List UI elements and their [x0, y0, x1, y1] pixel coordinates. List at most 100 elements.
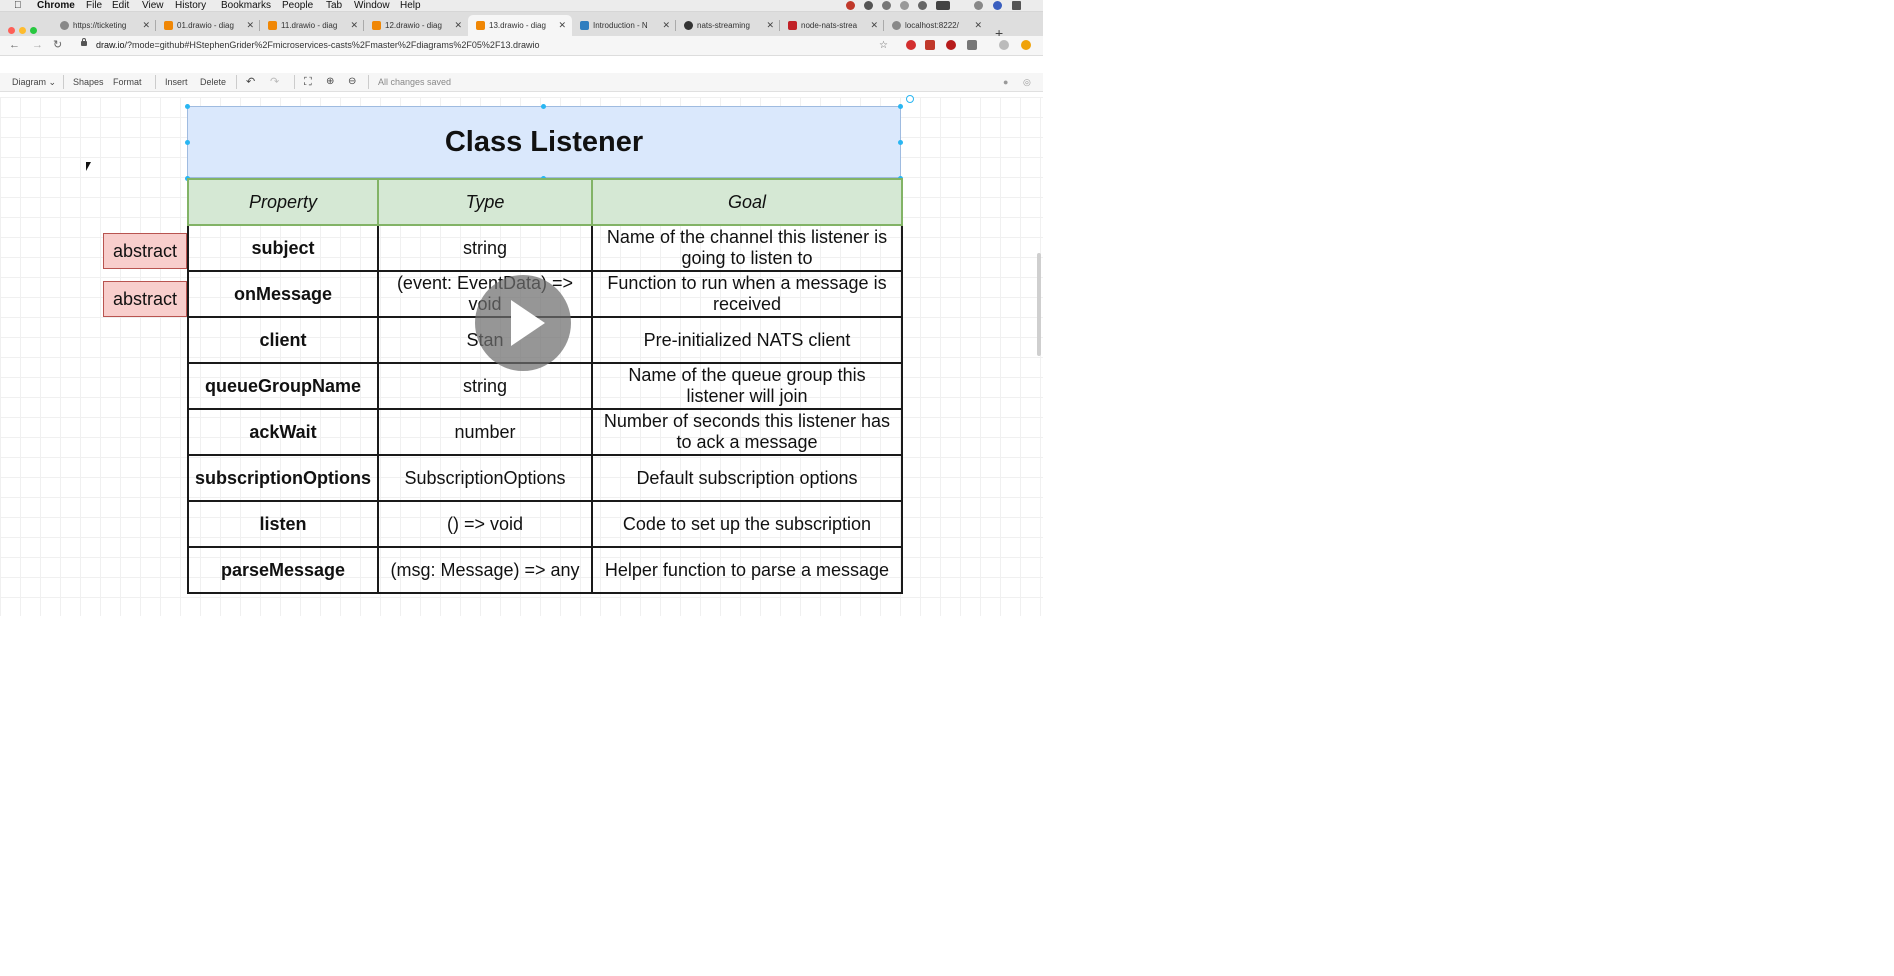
tab-close-icon[interactable]: ✕ — [766, 15, 774, 36]
zoom-window-button[interactable] — [30, 27, 37, 34]
goal-cell[interactable]: Function to run when a message is receiv… — [591, 270, 903, 318]
goal-cell[interactable]: Default subscription options — [591, 454, 903, 502]
back-icon[interactable]: ← — [9, 39, 20, 52]
opera-extension-icon[interactable] — [906, 40, 916, 50]
tab-close-icon[interactable]: ✕ — [974, 15, 982, 36]
video-play-button[interactable] — [475, 275, 571, 371]
resize-handle[interactable] — [185, 140, 190, 145]
property-cell[interactable]: subscriptionOptions — [187, 454, 379, 502]
goal-cell[interactable]: Number of seconds this listener has to a… — [591, 408, 903, 456]
diagram-menu-button[interactable]: Diagram ⌄ — [8, 73, 60, 91]
rotate-handle[interactable] — [906, 95, 914, 103]
menu-edit[interactable]: Edit — [112, 0, 129, 11]
delete-button[interactable]: Delete — [196, 73, 230, 91]
tab-01-drawio[interactable]: 01.drawio - diag ✕ — [156, 15, 260, 36]
property-cell[interactable]: listen — [187, 500, 379, 548]
zoom-in-icon[interactable]: ⊕ — [322, 73, 338, 91]
header-type[interactable]: Type — [377, 178, 593, 226]
extension-icon[interactable] — [925, 40, 935, 50]
type-cell[interactable]: string — [377, 224, 593, 272]
tab-12-drawio[interactable]: 12.drawio - diag ✕ — [364, 15, 468, 36]
resize-handle[interactable] — [185, 104, 190, 109]
tab-localhost[interactable]: localhost:8222/ ✕ — [884, 15, 988, 36]
insert-button[interactable]: Insert — [161, 73, 192, 91]
menu-history[interactable]: History — [175, 0, 206, 11]
type-cell[interactable]: () => void — [377, 500, 593, 548]
menu-help[interactable]: Help — [400, 0, 421, 11]
tab-close-icon[interactable]: ✕ — [662, 15, 670, 36]
reload-icon[interactable]: ↻ — [53, 39, 62, 52]
abstract-badge-onmessage[interactable]: abstract — [103, 281, 187, 317]
resize-handle[interactable] — [898, 104, 903, 109]
redo-icon[interactable]: ↷ — [266, 73, 283, 91]
menu-tab[interactable]: Tab — [326, 0, 342, 11]
type-cell[interactable]: SubscriptionOptions — [377, 454, 593, 502]
minimize-window-button[interactable] — [19, 27, 26, 34]
goal-cell[interactable]: Code to set up the subscription — [591, 500, 903, 548]
property-cell[interactable]: client — [187, 316, 379, 364]
status-bird-icon[interactable] — [882, 1, 891, 10]
search-icon[interactable] — [974, 1, 983, 10]
abstract-badge-subject[interactable]: abstract — [103, 233, 187, 269]
header-goal[interactable]: Goal — [591, 178, 903, 226]
tab-introduction[interactable]: Introduction - N ✕ — [572, 15, 676, 36]
forward-icon[interactable]: → — [32, 39, 43, 52]
user-icon[interactable]: ● — [999, 73, 1012, 91]
tab-close-icon[interactable]: ✕ — [246, 15, 254, 36]
resize-handle[interactable] — [541, 104, 546, 109]
shapes-button[interactable]: Shapes — [69, 73, 108, 91]
goal-cell[interactable]: Name of the queue group this listener wi… — [591, 362, 903, 410]
fullscreen-icon[interactable]: ⛶ — [300, 73, 316, 91]
url-field[interactable]: draw.io/?mode=github#HStephenGrider%2Fmi… — [96, 39, 539, 52]
resize-handle[interactable] — [898, 140, 903, 145]
apple-icon[interactable]:  — [14, 0, 22, 11]
menu-people[interactable]: People — [282, 0, 313, 11]
tab-close-icon[interactable]: ✕ — [350, 15, 358, 36]
tab-close-icon[interactable]: ✕ — [142, 15, 150, 36]
extension-icon[interactable] — [967, 40, 977, 50]
goal-cell[interactable]: Name of the channel this listener is goi… — [591, 224, 903, 272]
vertical-scrollbar[interactable] — [1037, 253, 1041, 356]
tab-nats-streaming[interactable]: nats-streaming ✕ — [676, 15, 780, 36]
notification-center-icon[interactable] — [1012, 1, 1021, 10]
adblock-extension-icon[interactable] — [946, 40, 956, 50]
battery-icon[interactable] — [936, 1, 950, 10]
status-cloud-icon[interactable] — [864, 1, 873, 10]
zoom-out-icon[interactable]: ⊖ — [344, 73, 360, 91]
siri-icon[interactable] — [993, 1, 1002, 10]
property-cell[interactable]: ackWait — [187, 408, 379, 456]
language-globe-icon[interactable]: ◎ — [1019, 73, 1035, 91]
extension-icon[interactable] — [1021, 40, 1031, 50]
tab-close-icon[interactable]: ✕ — [870, 15, 878, 36]
menu-window[interactable]: Window — [354, 0, 390, 11]
profile-avatar[interactable] — [999, 40, 1009, 50]
goal-cell[interactable]: Helper function to parse a message — [591, 546, 903, 594]
tab-close-icon[interactable]: ✕ — [454, 15, 462, 36]
bookmark-star-icon[interactable]: ☆ — [879, 39, 888, 52]
property-cell[interactable]: queueGroupName — [187, 362, 379, 410]
goal-cell[interactable]: Pre-initialized NATS client — [591, 316, 903, 364]
tab-close-icon[interactable]: ✕ — [558, 15, 566, 36]
type-cell[interactable]: string — [377, 362, 593, 410]
close-window-button[interactable] — [8, 27, 15, 34]
type-cell[interactable]: number — [377, 408, 593, 456]
menu-file[interactable]: File — [86, 0, 102, 11]
menu-bookmarks[interactable]: Bookmarks — [221, 0, 271, 11]
status-record-icon[interactable] — [846, 1, 855, 10]
class-title-box[interactable]: Class Listener — [187, 106, 901, 178]
menu-app-name[interactable]: Chrome — [37, 0, 75, 11]
menu-view[interactable]: View — [142, 0, 164, 11]
tab-ticketing[interactable]: https://ticketing ✕ — [52, 15, 156, 36]
wifi-icon[interactable] — [918, 1, 927, 10]
tab-11-drawio[interactable]: 11.drawio - diag ✕ — [260, 15, 364, 36]
undo-icon[interactable]: ↶ — [242, 73, 259, 91]
tab-13-drawio[interactable]: 13.drawio - diag ✕ — [468, 15, 572, 36]
property-cell[interactable]: subject — [187, 224, 379, 272]
type-cell[interactable]: (msg: Message) => any — [377, 546, 593, 594]
status-glasses-icon[interactable] — [900, 1, 909, 10]
lock-icon[interactable] — [81, 38, 87, 46]
property-cell[interactable]: onMessage — [187, 270, 379, 318]
tab-node-nats-streaming[interactable]: node-nats-strea ✕ — [780, 15, 884, 36]
header-property[interactable]: Property — [187, 178, 379, 226]
format-button[interactable]: Format — [109, 73, 146, 91]
